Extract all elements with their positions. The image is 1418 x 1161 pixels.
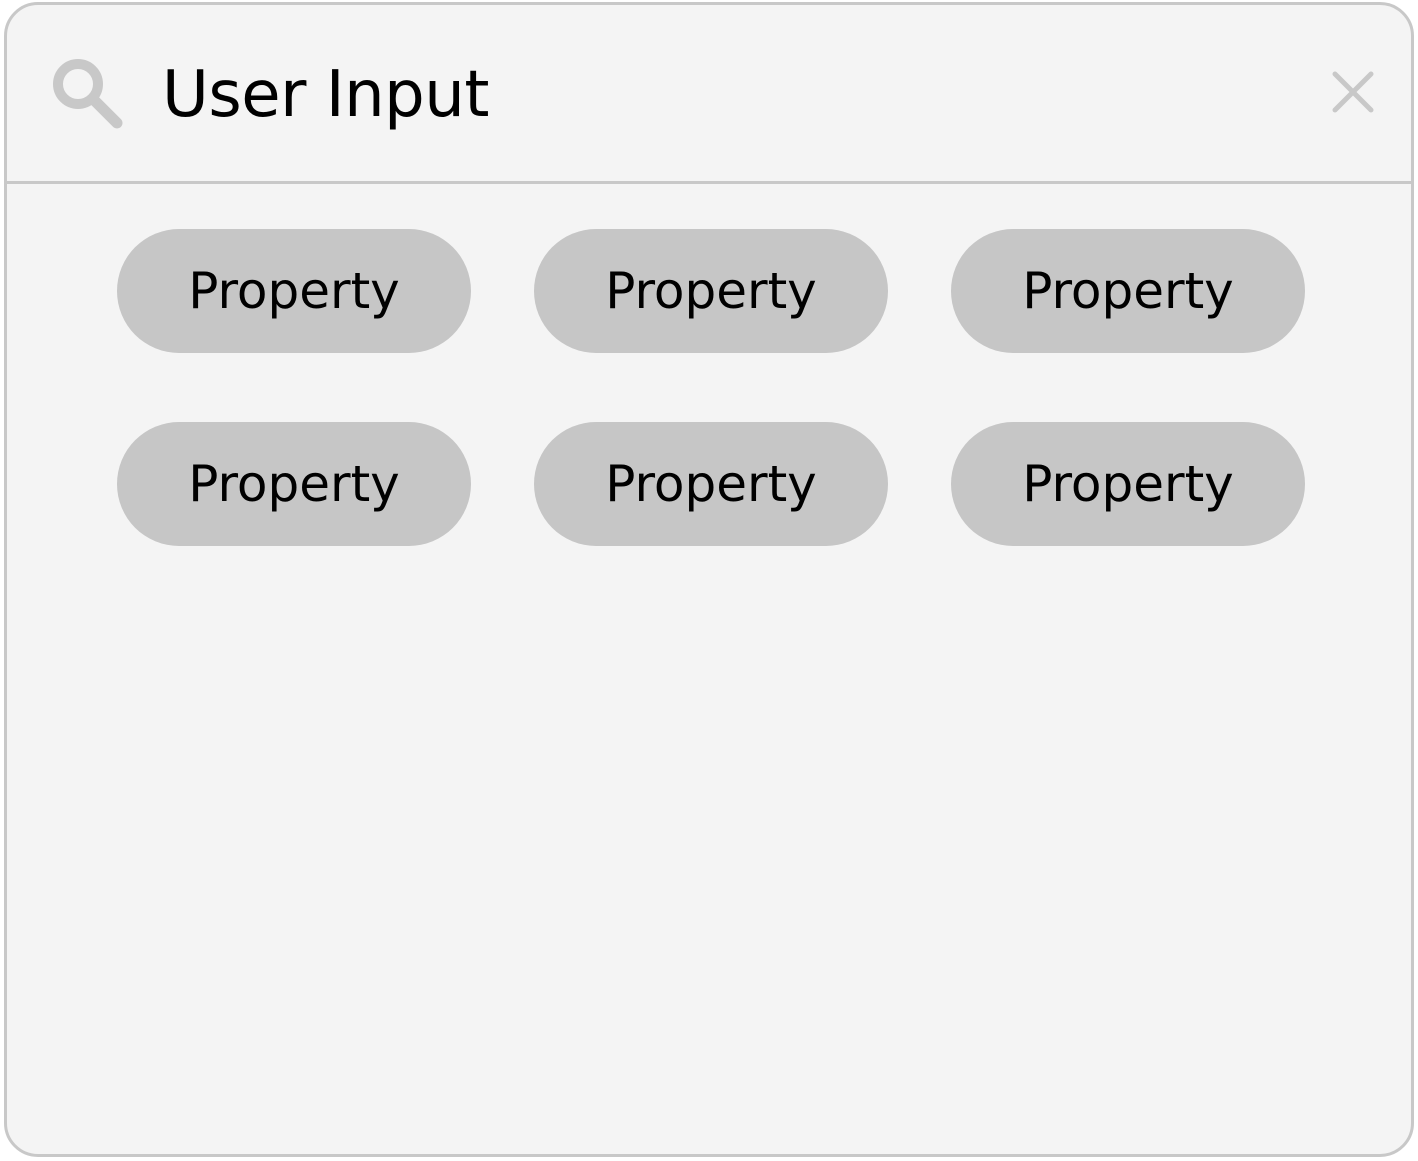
- property-chip[interactable]: Property: [117, 229, 471, 353]
- property-chip[interactable]: Property: [117, 422, 471, 546]
- property-chip[interactable]: Property: [534, 422, 888, 546]
- property-chip[interactable]: Property: [534, 229, 888, 353]
- property-chip-list: Property Property Property Property Prop…: [7, 5, 1411, 1154]
- property-chip[interactable]: Property: [951, 229, 1305, 353]
- property-chip[interactable]: Property: [951, 422, 1305, 546]
- search-panel: Property Property Property Property Prop…: [4, 2, 1414, 1157]
